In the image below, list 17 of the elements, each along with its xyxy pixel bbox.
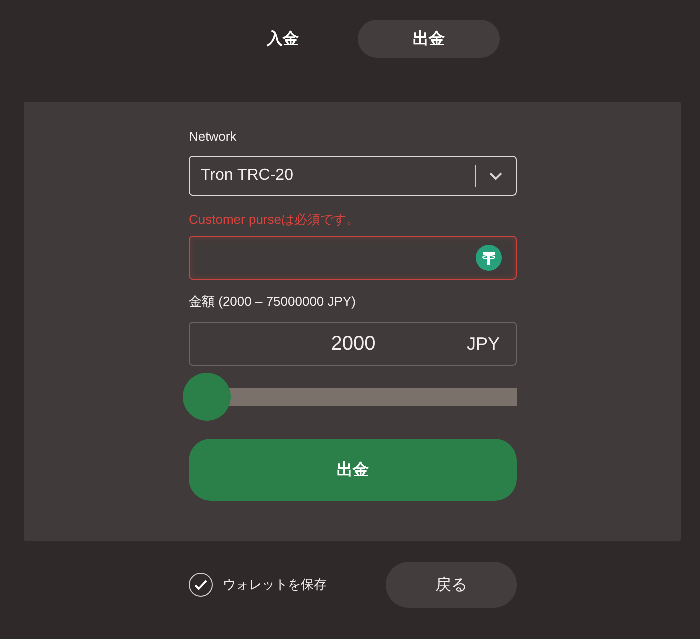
network-dropdown[interactable]: Tron TRC-20 [189, 156, 517, 196]
chevron-down-icon [489, 172, 503, 180]
tab[interactable]: 出金 [358, 20, 500, 58]
withdraw-button[interactable]: 出金 [189, 439, 517, 501]
checkmark-icon [194, 579, 208, 591]
back-button[interactable]: 戻る [386, 562, 517, 608]
slider-thumb[interactable] [183, 373, 231, 421]
amount-input-field[interactable]: 2000 JPY [189, 322, 517, 366]
tether-coin-icon [476, 245, 502, 271]
field-label: 金額 (2000 – 75000000 JPY) [189, 294, 357, 310]
purse-input-field[interactable] [189, 236, 517, 280]
tab[interactable]: 入金 [212, 20, 354, 58]
currency-label: JPY [466, 334, 501, 354]
checkbox[interactable] [189, 573, 213, 597]
field-label: Network [189, 129, 238, 145]
checkbox-label: ウォレットを保存 [223, 576, 327, 594]
error-message: Customer purseは必須です。 [189, 212, 360, 228]
